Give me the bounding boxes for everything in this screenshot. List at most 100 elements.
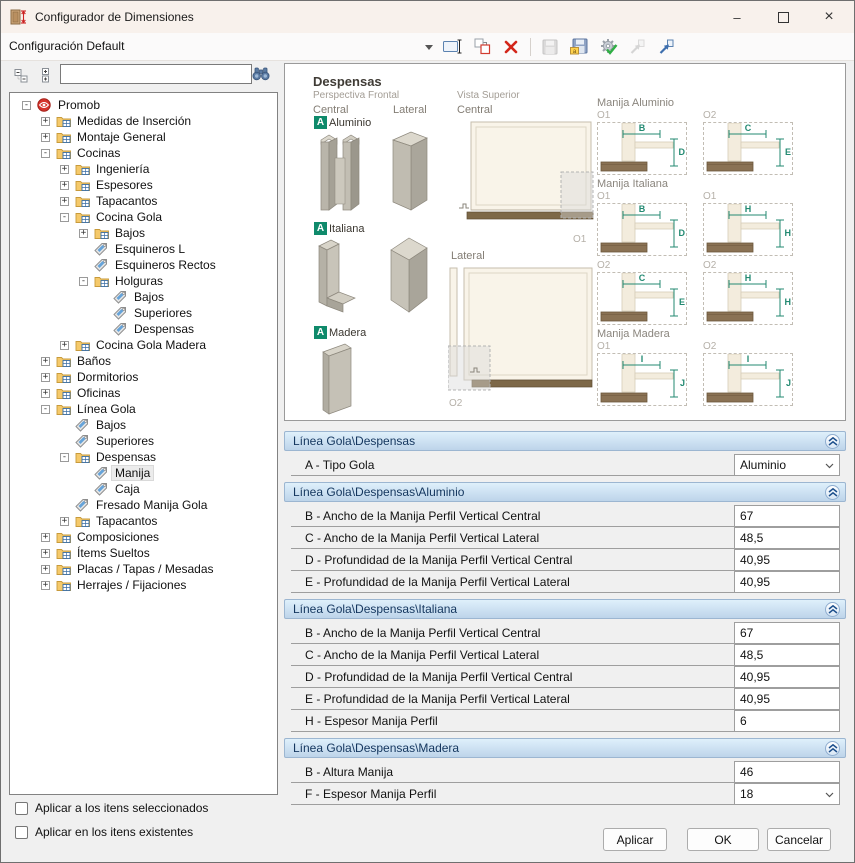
tree-item[interactable]: Esquineros L <box>10 241 277 257</box>
import-config-icon[interactable] <box>654 36 678 58</box>
collapse-section-icon[interactable] <box>825 434 840 449</box>
chevron-down-icon[interactable] <box>825 463 834 469</box>
ok-button[interactable]: OK <box>687 828 759 851</box>
param-dropdown[interactable]: Aluminio <box>734 454 840 475</box>
tree-expander-icon[interactable]: + <box>60 181 69 190</box>
tree-item[interactable]: Caja <box>10 481 277 497</box>
save-config-database-icon[interactable]: a <box>567 36 591 58</box>
config-select-arrow-icon[interactable] <box>425 45 433 50</box>
config-select[interactable]: Configuración Default <box>9 39 429 56</box>
maximize-icon[interactable] <box>760 1 806 33</box>
tree-expander-icon[interactable]: - <box>60 213 69 222</box>
tree-expander-icon[interactable]: - <box>22 101 31 110</box>
tree-item[interactable]: Esquineros Rectos <box>10 257 277 273</box>
tree-item[interactable]: +Baños <box>10 353 277 369</box>
minimize-icon[interactable]: – <box>714 1 760 33</box>
svg-text:D: D <box>679 147 686 157</box>
param-value-input[interactable]: 67 <box>734 622 840 643</box>
edit-config-icon[interactable] <box>441 36 465 58</box>
svg-text:H: H <box>785 228 792 238</box>
tree-expander-icon[interactable]: + <box>41 565 50 574</box>
search-icon[interactable] <box>251 64 271 84</box>
tree-item[interactable]: Bajos <box>10 289 277 305</box>
detail-cross-section: IJ <box>703 353 793 406</box>
tree-expander-icon[interactable]: + <box>41 581 50 590</box>
tree-expander-icon[interactable]: + <box>60 197 69 206</box>
apply-settings-icon[interactable] <box>596 36 620 58</box>
tree-item[interactable]: -Promob <box>10 97 277 113</box>
param-value-input[interactable]: 40,95 <box>734 666 840 687</box>
tree-expander-icon[interactable]: + <box>79 229 88 238</box>
param-value-input[interactable]: 46 <box>734 761 840 782</box>
tree-item[interactable]: Superiores <box>10 433 277 449</box>
tree-item[interactable]: +Tapacantos <box>10 513 277 529</box>
param-value-input[interactable]: 67 <box>734 505 840 526</box>
expand-all-icon[interactable] <box>35 65 55 85</box>
tree-item[interactable]: -Despensas <box>10 449 277 465</box>
tree-item[interactable]: +Bajos <box>10 225 277 241</box>
tree-expander-icon[interactable]: + <box>41 389 50 398</box>
folder-icon <box>56 387 74 400</box>
tree-item[interactable]: +Ingeniería <box>10 161 277 177</box>
param-value-input[interactable]: 48,5 <box>734 527 840 548</box>
tree-item[interactable]: -Cocina Gola <box>10 209 277 225</box>
tree-expander-icon[interactable]: + <box>60 517 69 526</box>
tree-item[interactable]: +Medidas de Inserción <box>10 113 277 129</box>
checkbox-icon[interactable] <box>15 826 28 839</box>
search-input[interactable] <box>60 64 252 84</box>
param-value-input[interactable]: 48,5 <box>734 644 840 665</box>
param-value-input[interactable]: 40,95 <box>734 549 840 570</box>
tree-expander-icon[interactable]: - <box>41 405 50 414</box>
collapse-section-icon[interactable] <box>825 741 840 756</box>
param-value-input[interactable]: 6 <box>734 710 840 731</box>
duplicate-config-icon[interactable] <box>470 36 494 58</box>
checkbox-apply-selected[interactable]: Aplicar a los itens seleccionados <box>15 801 208 815</box>
checkbox-apply-existing[interactable]: Aplicar en los itens existentes <box>15 825 193 839</box>
tree-expander-icon[interactable]: + <box>41 117 50 126</box>
tree-item[interactable]: +Placas / Tapas / Mesadas <box>10 561 277 577</box>
tree-expander-icon[interactable]: + <box>60 341 69 350</box>
collapse-all-icon[interactable] <box>11 65 31 85</box>
tree-item[interactable]: Bajos <box>10 417 277 433</box>
chevron-down-icon[interactable] <box>825 792 834 798</box>
tree-expander-icon[interactable]: - <box>41 149 50 158</box>
tree-item[interactable]: -Cocinas <box>10 145 277 161</box>
collapse-section-icon[interactable] <box>825 485 840 500</box>
tree-item[interactable]: +Espesores <box>10 177 277 193</box>
tree-item[interactable]: Fresado Manija Gola <box>10 497 277 513</box>
tree-item[interactable]: -Línea Gola <box>10 401 277 417</box>
aplicar-button[interactable]: Aplicar <box>603 828 667 851</box>
folder-icon <box>56 355 74 368</box>
cancelar-button[interactable]: Cancelar <box>767 828 831 851</box>
close-icon[interactable]: × <box>806 1 852 33</box>
tree-item[interactable]: +Dormitorios <box>10 369 277 385</box>
tree-expander-icon[interactable]: + <box>41 133 50 142</box>
tree-item[interactable]: +Herrajes / Fijaciones <box>10 577 277 593</box>
tree-item[interactable]: Despensas <box>10 321 277 337</box>
tree-item[interactable]: +Cocina Gola Madera <box>10 337 277 353</box>
tree-item[interactable]: +Ítems Sueltos <box>10 545 277 561</box>
tree-item[interactable]: +Oficinas <box>10 385 277 401</box>
tree-expander-icon[interactable]: + <box>41 357 50 366</box>
export-config-icon[interactable] <box>625 36 649 58</box>
delete-config-icon[interactable] <box>499 36 523 58</box>
param-dropdown[interactable]: 18 <box>734 783 840 804</box>
save-icon[interactable] <box>538 36 562 58</box>
tree-expander-icon[interactable]: - <box>60 453 69 462</box>
tree-item[interactable]: +Montaje General <box>10 129 277 145</box>
collapse-section-icon[interactable] <box>825 602 840 617</box>
tree-expander-icon[interactable]: + <box>41 533 50 542</box>
tree-item[interactable]: +Tapacantos <box>10 193 277 209</box>
configurator-window: Configurador de Dimensiones – × Configur… <box>0 0 855 863</box>
tree-item[interactable]: Manija <box>10 465 277 481</box>
param-value-input[interactable]: 40,95 <box>734 571 840 592</box>
tree-expander-icon[interactable]: + <box>60 165 69 174</box>
tree-expander-icon[interactable]: + <box>41 373 50 382</box>
checkbox-icon[interactable] <box>15 802 28 815</box>
tree-expander-icon[interactable]: - <box>79 277 88 286</box>
tree-item[interactable]: +Composiciones <box>10 529 277 545</box>
tree-expander-icon[interactable]: + <box>41 549 50 558</box>
tree-item[interactable]: Superiores <box>10 305 277 321</box>
param-value-input[interactable]: 40,95 <box>734 688 840 709</box>
tree-item[interactable]: -Holguras <box>10 273 277 289</box>
